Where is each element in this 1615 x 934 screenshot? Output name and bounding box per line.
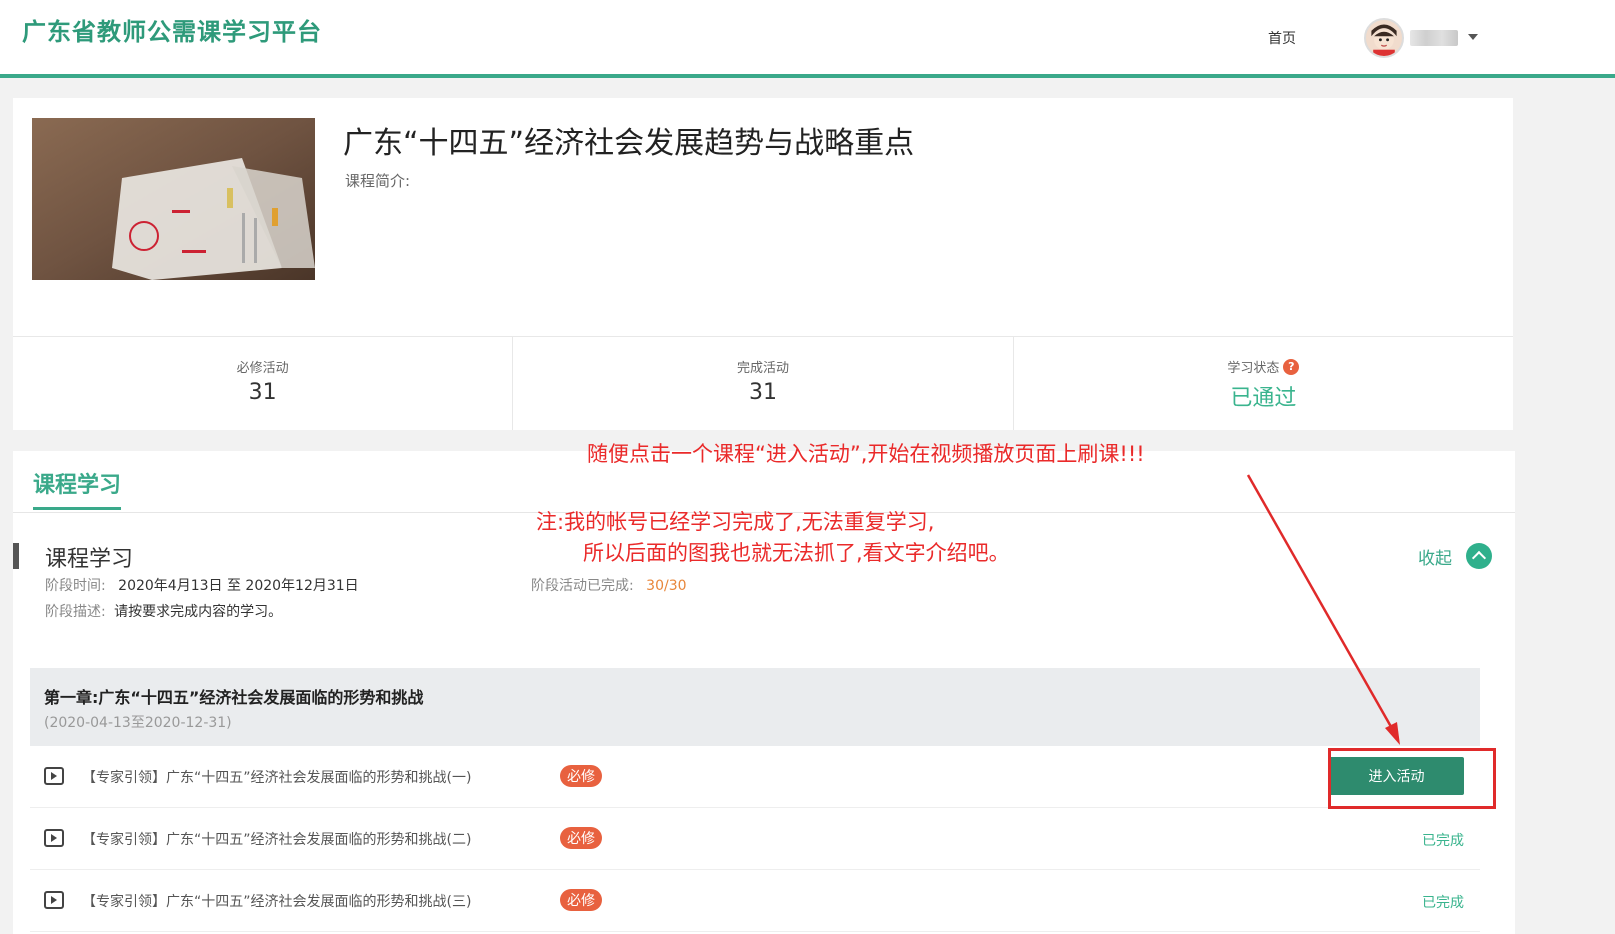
chevron-up-icon[interactable] [1466,543,1492,569]
stage-desc-label: 阶段描述: [45,604,106,620]
chapter-title: 第一章:广东“十四五”经济社会发展面临的形势和挑战 [44,688,424,707]
annotation-note-line2: 所以后面的图我也就无法抓了,看文字介绍吧。 [583,541,1010,565]
site-brand[interactable]: 广东省教师公需课学习平台 [22,12,322,47]
video-play-icon [44,829,64,847]
stat-completed-activities: 完成活动 31 [513,337,1014,430]
stage-period-value: 2020年4月13日 至 2020年12月31日 [118,578,359,594]
list-item: 【专家引领】广东“十四五”经济社会发展面临的形势和挑战(三) 必修 已完成 [30,870,1480,932]
tab-course-learning[interactable]: 课程学习 [33,467,122,510]
stage-desc-value: 请按要求完成内容的学习。 [114,604,283,620]
nav-home-link[interactable]: 首页 [1268,28,1296,48]
video-play-icon [44,891,64,909]
course-stats: 必修活动 31 完成活动 31 学习状态 ? 已通过 [13,336,1513,430]
chapter-header: 第一章:广东“十四五”经济社会发展面临的形势和挑战 (2020-04-13至20… [30,668,1480,746]
required-badge: 必修 [560,827,602,849]
collapse-toggle[interactable]: 收起 [1418,543,1492,569]
course-title: 广东“十四五”经济社会发展趋势与战略重点 [343,126,915,161]
username-redacted[interactable] [1410,30,1458,46]
completed-link[interactable]: 已完成 [1422,892,1464,912]
stage-progress-label: 阶段活动已完成: [531,578,634,594]
avatar-face-icon [1366,20,1402,56]
chevron-down-icon[interactable] [1468,34,1478,40]
section-title: 课程学习 [45,547,134,572]
stat-value: 31 [248,380,277,405]
stat-label: 学习状态 ? [1227,357,1300,376]
stage-period: 阶段时间: 2020年4月13日 至 2020年12月31日 [45,575,359,595]
activity-title[interactable]: 【专家引领】广东“十四五”经济社会发展面临的形势和挑战(二) [82,829,471,849]
activity-title[interactable]: 【专家引领】广东“十四五”经济社会发展面临的形势和挑战(一) [82,767,471,787]
top-bar: 广东省教师公需课学习平台 首页 [0,0,1615,78]
stat-label-text: 学习状态 [1227,361,1280,376]
annotation-note-line1: 注:我的帐号已经学习完成了,无法重复学习, [536,510,935,534]
course-info-card: 广东“十四五”经济社会发展趋势与战略重点 课程简介: 必修活动 31 完成活动 … [13,98,1513,430]
course-intro-label: 课程简介: [345,172,411,190]
completed-link[interactable]: 已完成 [1422,830,1464,850]
video-play-icon [44,767,64,785]
section-marker [13,543,19,569]
course-cover-image [32,118,315,280]
activity-title[interactable]: 【专家引领】广东“十四五”经济社会发展面临的形势和挑战(三) [82,891,471,911]
user-avatar[interactable] [1364,18,1404,58]
chapter-date-range: (2020-04-13至2020-12-31) [44,715,232,731]
stage-description: 阶段描述: 请按要求完成内容的学习。 [45,601,282,621]
stat-value: 31 [748,380,777,405]
required-badge: 必修 [560,765,602,787]
required-badge: 必修 [560,889,602,911]
stat-label: 必修活动 [236,361,289,376]
stat-learning-status: 学习状态 ? 已通过 [1014,337,1513,430]
list-item: 【专家引领】广东“十四五”经济社会发展面临的形势和挑战(二) 必修 已完成 [30,808,1480,870]
stat-label: 完成活动 [736,361,789,376]
stage-period-label: 阶段时间: [45,578,106,594]
stat-required-activities: 必修活动 31 [13,337,514,430]
stage-progress-value: 30/30 [646,578,687,594]
list-item: 【专家引领】广东“十四五”经济社会发展面临的形势和挑战(一) 必修 进入活动 [30,746,1480,808]
status-passed-value: 已通过 [1230,386,1297,411]
stage-progress: 阶段活动已完成: 30/30 [531,575,687,595]
help-icon[interactable]: ? [1283,358,1300,375]
collapse-label: 收起 [1418,548,1452,569]
annotation-instruction: 随便点击一个课程“进入活动”,开始在视频播放页面上刷课!!! [587,442,1145,466]
highlight-box [1328,748,1496,809]
